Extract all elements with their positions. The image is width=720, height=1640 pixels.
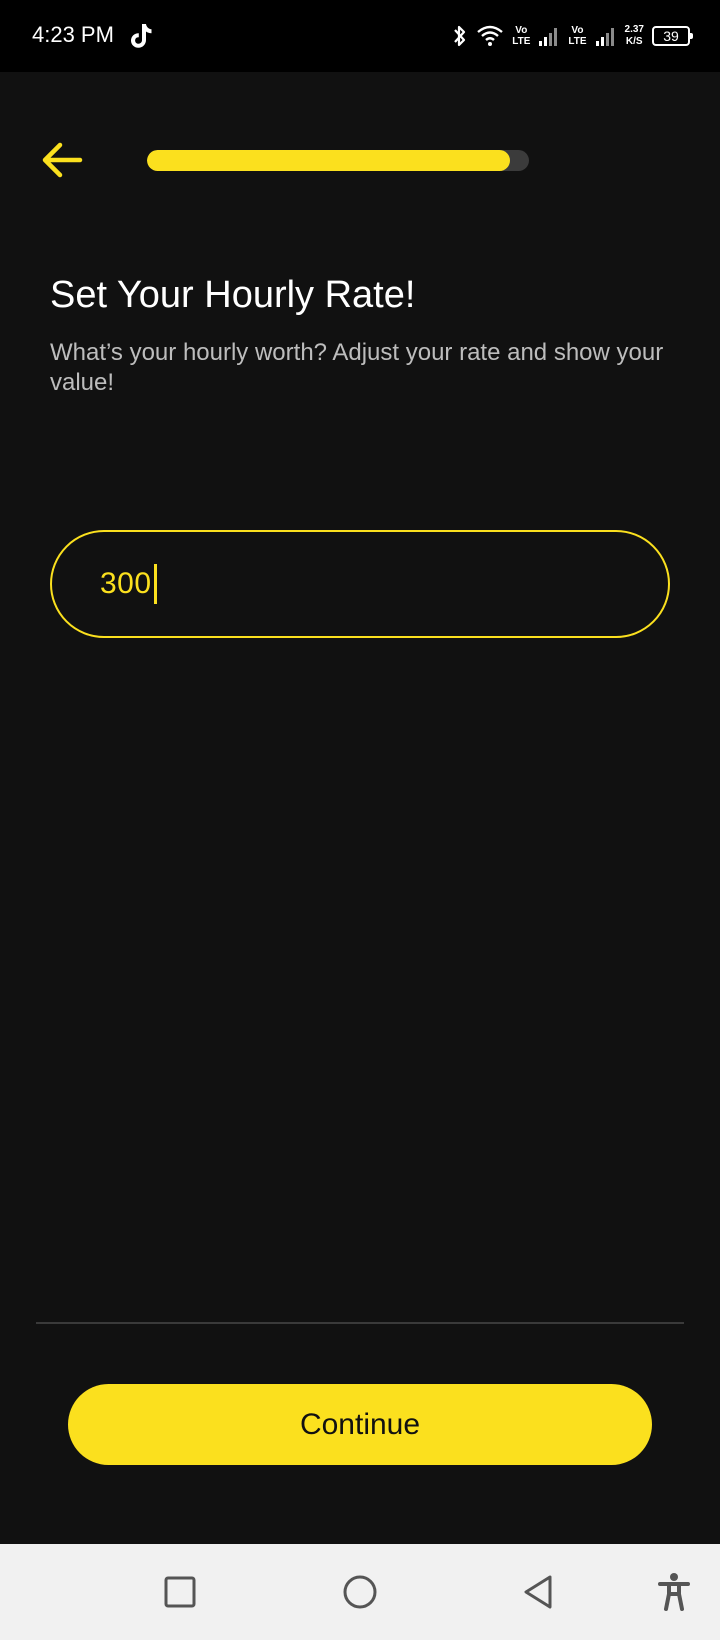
text-cursor bbox=[153, 564, 157, 604]
continue-button[interactable]: Continue bbox=[68, 1384, 652, 1465]
accessibility-icon bbox=[658, 1573, 690, 1611]
page-subtitle: What’s your hourly worth? Adjust your ra… bbox=[50, 339, 664, 396]
system-nav-bar bbox=[0, 1544, 720, 1640]
bluetooth-icon bbox=[454, 25, 466, 47]
recents-button[interactable] bbox=[154, 1566, 206, 1618]
progress-fill bbox=[147, 150, 510, 171]
hourly-rate-value[interactable]: 300 bbox=[100, 567, 152, 601]
nav-back-button[interactable] bbox=[512, 1566, 564, 1618]
speed-unit: K/S bbox=[625, 36, 643, 47]
divider bbox=[36, 1322, 684, 1324]
battery-level: 39 bbox=[663, 28, 679, 44]
status-time: 4:23 PM bbox=[32, 22, 114, 47]
signal-icon bbox=[595, 28, 614, 46]
speed-value: 2.37 bbox=[624, 24, 644, 35]
status-bar: 4:23 PM Vo LTE Vo LTE 2.37 K/S 39 bbox=[0, 0, 720, 72]
page-title: Set Your Hourly Rate! bbox=[50, 274, 416, 316]
network-speed: 2.37 K/S bbox=[625, 24, 644, 48]
recents-square-icon bbox=[164, 1576, 196, 1608]
progress-bar bbox=[147, 150, 529, 171]
signal-icon bbox=[539, 28, 558, 46]
home-button[interactable] bbox=[334, 1566, 386, 1618]
status-icons: Vo LTE Vo LTE 2.37 K/S 39 bbox=[452, 18, 693, 54]
hourly-rate-input[interactable]: 300 bbox=[50, 530, 670, 638]
accessibility-button[interactable] bbox=[648, 1566, 700, 1618]
home-circle-icon bbox=[343, 1575, 377, 1609]
back-button[interactable] bbox=[36, 134, 88, 186]
volte-badge-1: Vo LTE bbox=[512, 25, 531, 47]
volte-badge-2: Vo LTE bbox=[568, 25, 587, 47]
battery-icon: 39 bbox=[652, 26, 693, 46]
arrow-left-icon bbox=[42, 142, 83, 178]
back-triangle-icon bbox=[524, 1575, 552, 1609]
wifi-icon bbox=[477, 25, 503, 46]
tiktok-icon bbox=[131, 24, 152, 48]
